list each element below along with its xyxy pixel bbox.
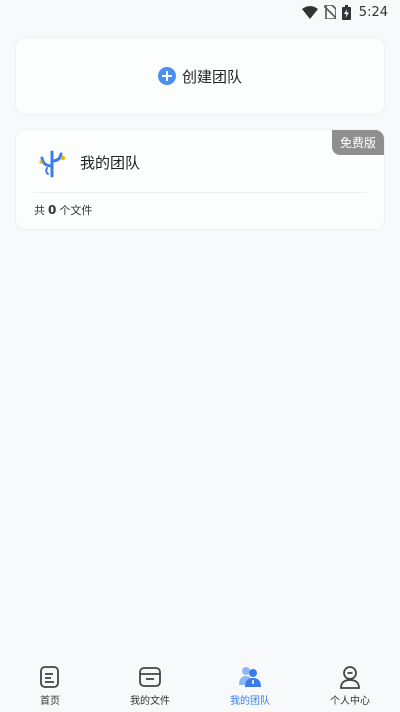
- tab-my-team-label: 我的团队: [230, 696, 270, 707]
- folder-icon: [138, 665, 162, 689]
- team-logo-icon: [36, 146, 68, 178]
- home-doc-icon: [38, 665, 62, 689]
- create-team-button[interactable]: 创建团队: [15, 37, 385, 115]
- tab-home-label: 首页: [40, 696, 60, 707]
- no-sim-icon: [323, 5, 336, 19]
- file-count-number: 0: [48, 203, 57, 217]
- team-name: 我的团队: [80, 154, 141, 172]
- plus-circle-icon: [157, 67, 176, 85]
- status-time: 5:24: [358, 4, 388, 20]
- team-icon: [238, 665, 262, 689]
- tab-my-team[interactable]: 我的团队: [200, 658, 300, 712]
- tab-my-files[interactable]: 我的文件: [100, 658, 200, 712]
- person-icon: [338, 665, 362, 689]
- create-team-label: 创建团队: [181, 67, 242, 86]
- file-count-prefix: 共: [34, 204, 45, 217]
- file-count-suffix: 个文件: [59, 204, 93, 217]
- tab-profile[interactable]: 个人中心: [300, 658, 400, 712]
- free-plan-badge: 免费版: [331, 130, 384, 155]
- tab-profile-label: 个人中心: [330, 696, 370, 707]
- divider: [34, 192, 366, 193]
- tab-my-files-label: 我的文件: [130, 696, 170, 707]
- file-count: 共 0 个文件: [34, 202, 92, 218]
- battery-icon: [341, 4, 351, 20]
- status-bar: 5:24: [0, 0, 400, 24]
- tab-home[interactable]: 首页: [0, 658, 100, 712]
- wifi-icon: [301, 5, 318, 19]
- team-card[interactable]: 我的团队 免费版 共 0 个文件: [15, 129, 385, 230]
- bottom-tab-bar: 首页 我的文件 我的团队 个人中心: [0, 658, 400, 712]
